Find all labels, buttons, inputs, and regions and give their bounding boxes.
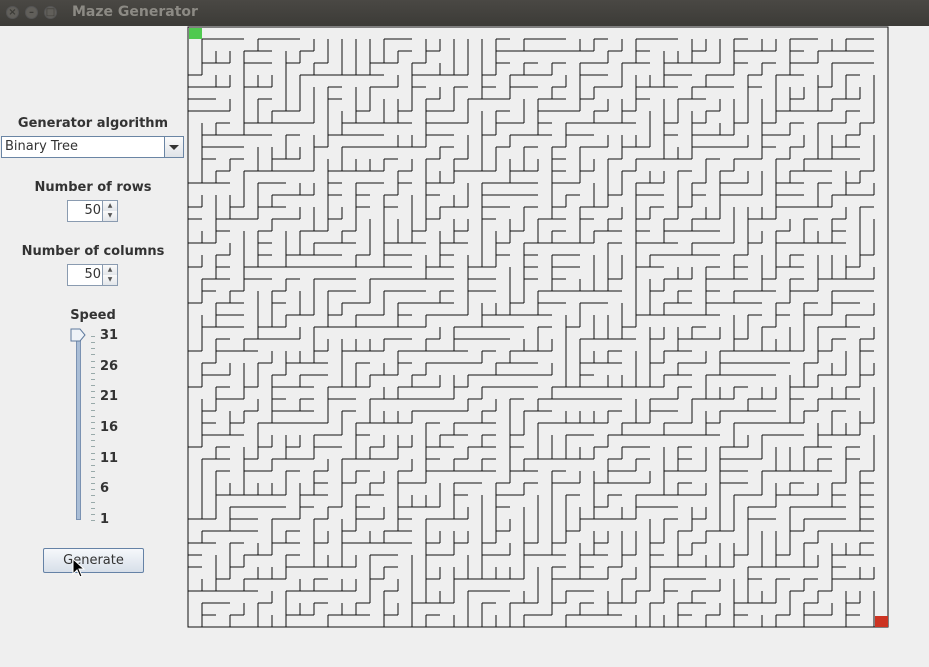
slider-tick [91,416,95,417]
chevron-down-icon[interactable] [164,137,183,157]
rows-decrement-icon[interactable]: ▼ [102,211,117,221]
slider-tick [91,391,95,392]
slider-tick [91,348,95,349]
slider-tick [91,403,95,404]
maze-start-cell [189,28,202,39]
slider-tick [91,489,95,490]
window-title: Maze Generator [72,4,198,20]
algorithm-label: Generator algorithm [17,116,169,131]
columns-spinner[interactable]: 50 ▲ ▼ [67,264,118,286]
rows-spinner[interactable]: 50 ▲ ▼ [67,200,118,222]
slider-tick [91,428,95,429]
slider-tick [91,434,95,435]
slider-tick [91,336,95,337]
slider-tick [91,459,95,460]
slider-tick [91,465,95,466]
algorithm-select[interactable]: Binary Tree [1,136,184,158]
title-bar: × – □ Maze Generator [0,0,929,26]
slider-tick [91,446,95,447]
slider-tick [91,373,95,374]
slider-tick [91,440,95,441]
generate-button[interactable]: Generate [43,548,144,573]
maze-end-cell [875,616,888,627]
slider-tick [91,342,95,343]
columns-value[interactable]: 50 [84,267,101,282]
slider-tick [91,385,95,386]
speed-tick-label: 6 [100,481,110,496]
slider-tick [91,422,95,423]
slider-tick [91,508,95,509]
slider-tick [91,453,95,454]
speed-tick-label: 26 [100,359,119,374]
speed-tick-label: 21 [100,389,119,404]
mouse-cursor-icon [72,558,86,578]
slider-tick [91,367,95,368]
maze-walls [187,26,889,628]
columns-label: Number of columns [21,244,165,259]
slider-tick [91,502,95,503]
speed-label: Speed [70,308,116,323]
speed-tick-label: 11 [100,451,119,466]
slider-tick [91,483,95,484]
slider-tick [91,379,95,380]
slider-tick [91,477,95,478]
speed-tick-label: 16 [100,420,119,435]
slider-tick [91,354,95,355]
speed-slider-track[interactable] [76,336,81,520]
slider-tick [91,495,95,496]
speed-slider-thumb[interactable] [70,328,86,342]
slider-tick [91,514,95,515]
slider-tick [91,410,95,411]
maximize-icon[interactable]: □ [44,6,57,19]
speed-tick-label: 31 [100,328,119,343]
slider-tick [91,471,95,472]
slider-tick [91,520,95,521]
slider-tick [91,361,95,362]
algorithm-select-value: Binary Tree [5,139,78,154]
rows-value[interactable]: 50 [84,203,101,218]
maze-canvas [187,26,889,628]
speed-tick-label: 1 [100,512,110,527]
columns-decrement-icon[interactable]: ▼ [102,275,117,285]
rows-label: Number of rows [34,180,152,195]
slider-tick [91,397,95,398]
close-icon[interactable]: × [6,6,19,19]
minimize-icon[interactable]: – [25,6,38,19]
